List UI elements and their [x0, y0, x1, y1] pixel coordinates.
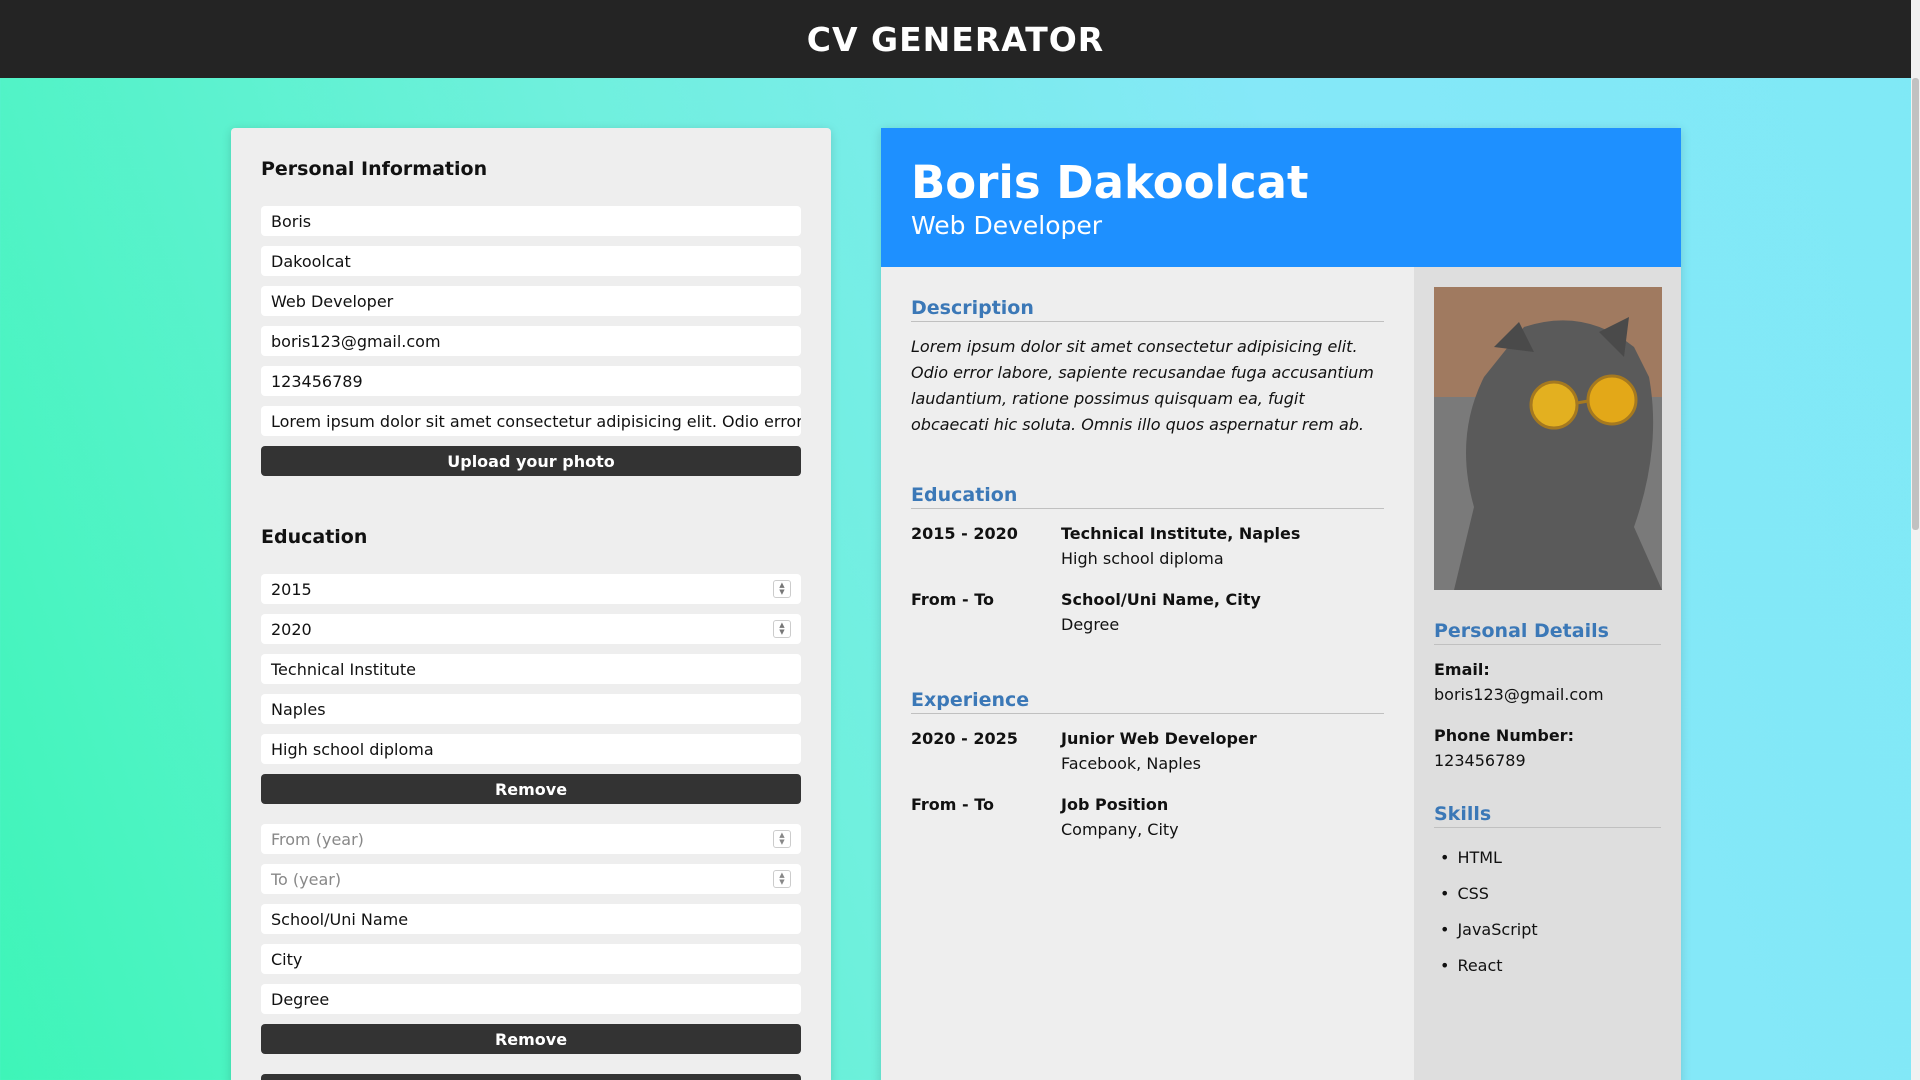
- spinner-icon[interactable]: ▲ ▼: [773, 870, 791, 888]
- skill-item: React: [1440, 948, 1661, 984]
- remove-education-button[interactable]: Remove: [261, 774, 801, 804]
- experience-heading: Experience: [911, 689, 1384, 714]
- skill-item: CSS: [1440, 876, 1661, 912]
- edu1-city-input[interactable]: Naples: [261, 694, 801, 724]
- cv-job-title: Web Developer: [911, 211, 1103, 240]
- skill-item: HTML: [1440, 840, 1661, 876]
- description-text: Lorem ipsum dolor sit amet consectetur a…: [911, 337, 1374, 434]
- spinner-icon[interactable]: ▲ ▼: [773, 580, 791, 598]
- skill-item: JavaScript: [1440, 912, 1661, 948]
- phone-value: 123456789: [1434, 751, 1526, 770]
- experience-entry: From - To Job Position Company, City: [911, 795, 1179, 839]
- edu1-degree-input[interactable]: High school diploma: [261, 734, 801, 764]
- personal-details-heading: Personal Details: [1434, 620, 1661, 645]
- add-education-button[interactable]: [261, 1074, 801, 1080]
- scrollbar-thumb[interactable]: [1912, 78, 1919, 530]
- cv-preview: Boris Dakoolcat Web Developer Descriptio…: [881, 128, 1681, 1080]
- page-scrollbar[interactable]: [1911, 0, 1920, 1080]
- cv-form: Personal Information Boris Dakoolcat Web…: [231, 128, 831, 1080]
- edu2-school-input[interactable]: School/Uni Name: [261, 904, 801, 934]
- spinner-icon[interactable]: ▲ ▼: [773, 620, 791, 638]
- education-entry: From - To School/Uni Name, City Degree: [911, 590, 1261, 634]
- email-value: boris123@gmail.com: [1434, 685, 1604, 704]
- cv-main-column: Description Lorem ipsum dolor sit amet c…: [881, 267, 1414, 888]
- first-name-input[interactable]: Boris: [261, 206, 801, 236]
- email-label: Email:: [1434, 660, 1490, 679]
- app-title: CV GENERATOR: [806, 19, 1105, 59]
- cv-education-heading: Education: [911, 484, 1384, 509]
- edu2-degree-input[interactable]: Degree: [261, 984, 801, 1014]
- email-input[interactable]: boris123@gmail.com: [261, 326, 801, 356]
- edu1-from-input[interactable]: 2015 ▲ ▼: [261, 574, 801, 604]
- edu2-city-input[interactable]: City: [261, 944, 801, 974]
- cat-photo-icon: [1434, 287, 1662, 590]
- education-heading: Education: [261, 526, 368, 548]
- cv-name: Boris Dakoolcat: [911, 156, 1309, 209]
- edu1-to-input[interactable]: 2020 ▲ ▼: [261, 614, 801, 644]
- experience-entry: 2020 - 2025 Junior Web Developer Facebook…: [911, 729, 1257, 773]
- cv-header: Boris Dakoolcat Web Developer: [881, 128, 1681, 267]
- spinner-icon[interactable]: ▲ ▼: [773, 830, 791, 848]
- app-header: CV GENERATOR: [0, 0, 1911, 78]
- cv-sidebar: Personal Details Email: boris123@gmail.c…: [1414, 267, 1681, 1080]
- remove-education-button[interactable]: Remove: [261, 1024, 801, 1054]
- profile-photo: [1434, 287, 1662, 590]
- skills-list: HTML CSS JavaScript React: [1434, 840, 1661, 984]
- edu2-to-input[interactable]: To (year) ▲ ▼: [261, 864, 801, 894]
- description-input[interactable]: Lorem ipsum dolor sit amet consectetur a…: [261, 406, 801, 436]
- personal-info-heading: Personal Information: [261, 158, 488, 180]
- upload-photo-button[interactable]: Upload your photo: [261, 446, 801, 476]
- phone-input[interactable]: 123456789: [261, 366, 801, 396]
- edu1-school-input[interactable]: Technical Institute: [261, 654, 801, 684]
- description-heading: Description: [911, 297, 1384, 322]
- edu2-from-input[interactable]: From (year) ▲ ▼: [261, 824, 801, 854]
- job-title-input[interactable]: Web Developer: [261, 286, 801, 316]
- education-entry: 2015 - 2020 Technical Institute, Naples H…: [911, 524, 1301, 568]
- phone-label: Phone Number:: [1434, 726, 1574, 745]
- skills-heading: Skills: [1434, 803, 1661, 828]
- last-name-input[interactable]: Dakoolcat: [261, 246, 801, 276]
